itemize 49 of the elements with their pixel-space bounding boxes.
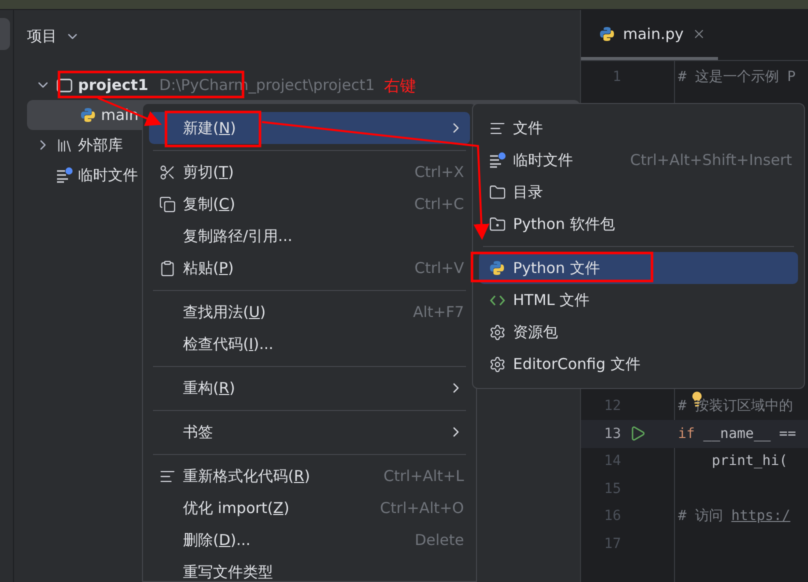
tree-item-label: 外部库: [78, 136, 123, 154]
menu-item[interactable]: 复制路径/引用...: [149, 220, 470, 252]
menu-item[interactable]: 删除(D)... Delete: [149, 524, 470, 556]
menu-item[interactable]: 新建(N): [149, 112, 470, 144]
gear-icon: [489, 324, 506, 340]
annotation-arrow: [98, 97, 162, 126]
run-icon[interactable]: [629, 425, 646, 442]
code-line: # 这是一个示例 P: [677, 68, 797, 86]
annotation-label: 右键: [384, 76, 416, 97]
panel-title[interactable]: 项目: [27, 26, 57, 46]
code-line: # 访问 https:/: [677, 507, 792, 526]
tab-label: main.py: [623, 24, 684, 42]
scratch-file-icon: [56, 166, 73, 184]
tree-row[interactable]: 外部库: [27, 130, 129, 160]
menu-item[interactable]: 临时文件 Ctrl+Alt+Shift+Insert: [479, 144, 798, 176]
library-icon: [56, 136, 73, 154]
code-line: if __name__ ==: [677, 426, 798, 442]
menu-item[interactable]: 重构(R): [149, 372, 470, 404]
python-icon: [80, 107, 96, 123]
line-number: 13: [603, 426, 621, 442]
menu-item[interactable]: 重写文件类型: [149, 556, 470, 582]
project-folder-icon: [56, 76, 73, 94]
menu-item[interactable]: HTML 文件: [479, 284, 798, 316]
menu-item[interactable]: 目录: [479, 176, 798, 208]
menu-item[interactable]: 复制(C) Ctrl+C: [149, 188, 470, 220]
menu-item[interactable]: 剪切(T) Ctrl+X: [149, 156, 470, 188]
tree-item-label: project1: [78, 76, 148, 94]
code-line: print_hi(: [710, 453, 789, 470]
gear-icon: [489, 356, 506, 372]
folder-icon: [489, 184, 506, 200]
clipboard-icon: [159, 260, 176, 276]
menu-item[interactable]: 文件: [479, 112, 798, 144]
tree-item-label: 临时文件: [78, 166, 138, 184]
menu-item[interactable]: 查找用法(U) Alt+F7: [149, 296, 470, 328]
menu-item[interactable]: 优化 import(Z) Ctrl+Alt+O: [149, 492, 470, 524]
copy-icon: [159, 196, 176, 212]
menu-item[interactable]: 粘贴(P) Ctrl+V: [149, 252, 470, 284]
python-icon: [599, 26, 615, 42]
menu-item[interactable]: 资源包: [479, 316, 798, 348]
menu-item[interactable]: EditorConfig 文件: [479, 348, 798, 380]
menu-item[interactable]: 书签: [149, 416, 470, 448]
scissors-icon: [159, 164, 176, 180]
package-folder-icon: [489, 216, 506, 232]
scratch-file-icon: [489, 152, 506, 168]
menu-item[interactable]: 重新格式化代码(R) Ctrl+Alt+L: [149, 460, 470, 492]
menu-item[interactable]: 检查代码(I)...: [149, 328, 470, 360]
menu-item[interactable]: Python 软件包: [479, 208, 798, 240]
tree-row[interactable]: 临时文件: [27, 160, 144, 190]
python-icon: [489, 260, 505, 276]
